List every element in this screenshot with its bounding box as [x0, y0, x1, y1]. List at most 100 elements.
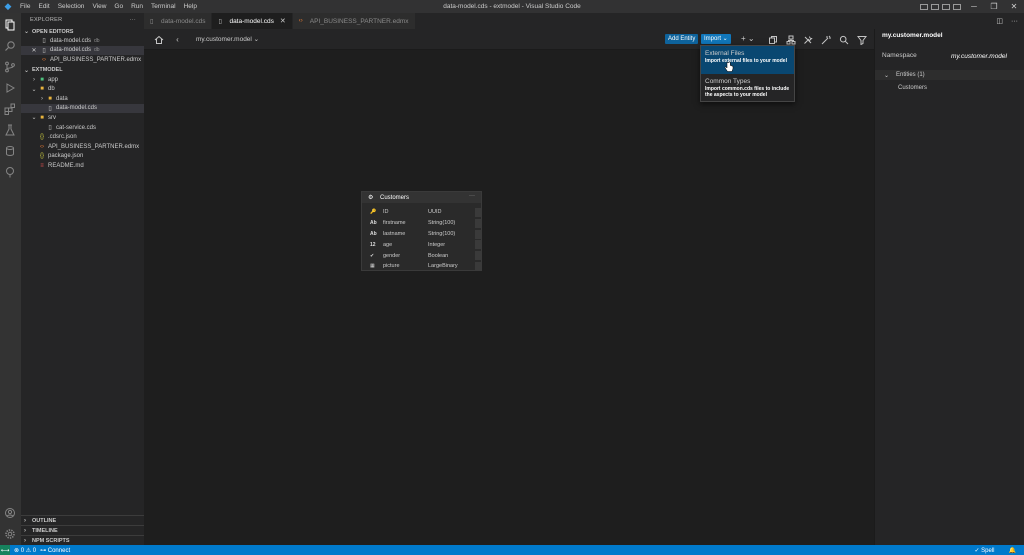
activity-bar — [0, 13, 21, 545]
entity-card-customers[interactable]: ⚙ Customers ··· 🔑 ID UUID Ab firstname S… — [361, 191, 482, 271]
tab-data-model-active[interactable]: ▯ data-model.cds ✕ — [212, 13, 293, 29]
explorer-more-icon[interactable]: ··· — [130, 17, 136, 23]
diagram-canvas[interactable] — [144, 50, 874, 545]
menu-run[interactable]: Run — [127, 0, 147, 13]
entity-field-row[interactable]: Ab lastname String(100) — [362, 229, 481, 240]
extensions-icon[interactable] — [3, 102, 17, 116]
menu-go[interactable]: Go — [110, 0, 127, 13]
npm-scripts-section[interactable]: › NPM SCRIPTS — [21, 535, 144, 545]
status-right: ✓ Spell 🔔 — [970, 545, 1016, 555]
home-icon[interactable] — [152, 33, 165, 46]
json-file-icon: {} — [39, 153, 44, 160]
toggle-sidebar-icon[interactable] — [920, 3, 928, 10]
tree-file-cdsrc[interactable]: {} .cdsrc.json — [21, 132, 144, 142]
project-section[interactable]: ⌄ EXTMODEL — [21, 66, 144, 75]
open-editor-item[interactable]: ✕ ▯ data-model.cds db — [21, 45, 144, 56]
more-actions-icon[interactable]: ··· — [1011, 18, 1018, 25]
customize-layout-icon[interactable] — [953, 3, 961, 10]
menu-file[interactable]: File — [16, 0, 34, 13]
source-control-icon[interactable] — [3, 60, 17, 74]
entities-section[interactable]: ⌄ Entities (1) — [875, 70, 1024, 80]
spell-status[interactable]: ✓ Spell — [974, 547, 994, 554]
outline-section[interactable]: › OUTLINE — [21, 515, 144, 525]
tree-folder-db[interactable]: ⌄ ■ db — [21, 84, 144, 94]
tree-file-package[interactable]: {} package.json — [21, 152, 144, 162]
open-editor-item[interactable]: ▯ data-model.cds db — [21, 36, 144, 46]
settings-gear-icon[interactable] — [3, 527, 17, 541]
entity-header[interactable]: ⚙ Customers ··· — [362, 192, 481, 203]
tree-file-edmx[interactable]: ‹› API_BUSINESS_PARTNER.edmx — [21, 142, 144, 152]
tree-file-data-model[interactable]: ▯ data-model.cds — [21, 103, 144, 114]
tree-folder-data[interactable]: › ■ data — [21, 94, 144, 104]
import-button[interactable]: Import ⌄ — [701, 34, 731, 44]
tab-edmx[interactable]: ‹› API_BUSINESS_PARTNER.edmx — [292, 13, 416, 29]
tree-file-readme[interactable]: ≡ README.md — [21, 161, 144, 171]
menu-selection[interactable]: Selection — [54, 0, 89, 13]
field-name: age — [383, 241, 393, 248]
connect-status[interactable]: ⊶ Connect — [40, 547, 70, 554]
folder-icon: ■ — [40, 114, 44, 121]
notifications-bell-icon[interactable]: 🔔 — [1009, 547, 1016, 554]
entity-field-row[interactable]: ▦ picture LargeBinary — [362, 261, 481, 272]
database-icon[interactable] — [3, 144, 17, 158]
tree-folder-app[interactable]: › ■ app — [21, 75, 144, 85]
search-icon[interactable] — [3, 39, 17, 53]
menu-view[interactable]: View — [88, 0, 110, 13]
explorer-icon[interactable] — [3, 18, 17, 32]
run-debug-icon[interactable] — [3, 81, 17, 95]
add-entity-button[interactable]: Add Entity — [665, 34, 699, 44]
properties-panel: my.customer.model Namespace my.customer.… — [874, 29, 1024, 545]
entity-list-item[interactable]: Customers — [898, 85, 927, 91]
close-editor-icon[interactable]: ✕ — [30, 47, 38, 54]
import-external-files-option[interactable]: External Files Import external files to … — [701, 46, 794, 74]
menu-help[interactable]: Help — [180, 0, 201, 13]
tab-data-model-1[interactable]: ▯ data-model.cds — [144, 13, 213, 29]
split-editor-icon[interactable]: ◫ — [996, 17, 1003, 25]
tab-label: API_BUSINESS_PARTNER.edmx — [309, 17, 409, 25]
testing-icon[interactable] — [3, 123, 17, 137]
remote-indicator-icon[interactable]: ⟷ — [0, 545, 10, 555]
open-editors-section[interactable]: ⌄ OPEN EDITORS — [21, 27, 144, 36]
cloud-icon[interactable] — [3, 165, 17, 179]
open-editor-folder: db — [94, 47, 100, 54]
tree-label: README.md — [48, 162, 84, 169]
import-common-types-option[interactable]: Common Types Import common.cds files to … — [701, 74, 794, 102]
namespace-value[interactable]: my.customer.model — [951, 53, 1007, 60]
tree-file-cat-service[interactable]: ▯ cat-service.cds — [21, 123, 144, 133]
menu-terminal[interactable]: Terminal — [147, 0, 180, 13]
problems-status[interactable]: ⊗ 0 ⚠ 0 — [14, 547, 36, 554]
wand-icon[interactable] — [819, 33, 832, 46]
entity-field-row[interactable]: Ab firstname String(100) — [362, 218, 481, 229]
chevron-right-icon: › — [24, 537, 26, 544]
close-window-button[interactable]: ✕ — [1004, 0, 1024, 13]
tree-label: app — [48, 76, 59, 83]
entity-field-row[interactable]: 🔑 ID UUID — [362, 207, 481, 218]
menu-edit[interactable]: Edit — [34, 0, 53, 13]
entity-more-icon[interactable]: ··· — [469, 193, 475, 199]
restore-button[interactable]: ❐ — [984, 0, 1004, 13]
timeline-section[interactable]: › TIMELINE — [21, 525, 144, 535]
search-icon[interactable] — [837, 33, 850, 46]
namespace-breadcrumb[interactable]: my.customer.model ⌄ — [196, 29, 259, 50]
toggle-panel-icon[interactable] — [931, 3, 939, 10]
project-label: EXTMODEL — [32, 67, 63, 74]
hand-cursor-icon — [724, 61, 734, 72]
open-editor-item[interactable]: ‹› API_BUSINESS_PARTNER.edmx — [21, 55, 144, 65]
filter-icon[interactable] — [855, 33, 868, 46]
tree-folder-srv[interactable]: ⌄ ■ srv — [21, 113, 144, 123]
chevron-right-icon: › — [24, 527, 26, 534]
minimize-button[interactable]: ─ — [964, 0, 984, 13]
entity-field-row[interactable]: ✔ gender Boolean — [362, 250, 481, 261]
toggle-secondary-sidebar-icon[interactable] — [942, 3, 950, 10]
account-icon[interactable] — [3, 506, 17, 520]
open-editor-name: data-model.cds — [50, 37, 92, 44]
add-menu-button[interactable]: + ⌄ — [741, 34, 755, 44]
import-dropdown-menu: External Files Import external files to … — [700, 45, 795, 102]
sidebar-bottom-sections: › OUTLINE › TIMELINE › NPM SCRIPTS — [21, 515, 144, 545]
entity-field-row[interactable]: 12 age Integer — [362, 239, 481, 250]
tools-icon[interactable] — [801, 33, 814, 46]
close-tab-icon[interactable]: ✕ — [280, 17, 286, 25]
back-icon[interactable]: ‹ — [171, 33, 184, 46]
chevron-down-icon: ⌄ — [31, 115, 37, 122]
explorer-title: EXPLORER — [30, 17, 63, 23]
